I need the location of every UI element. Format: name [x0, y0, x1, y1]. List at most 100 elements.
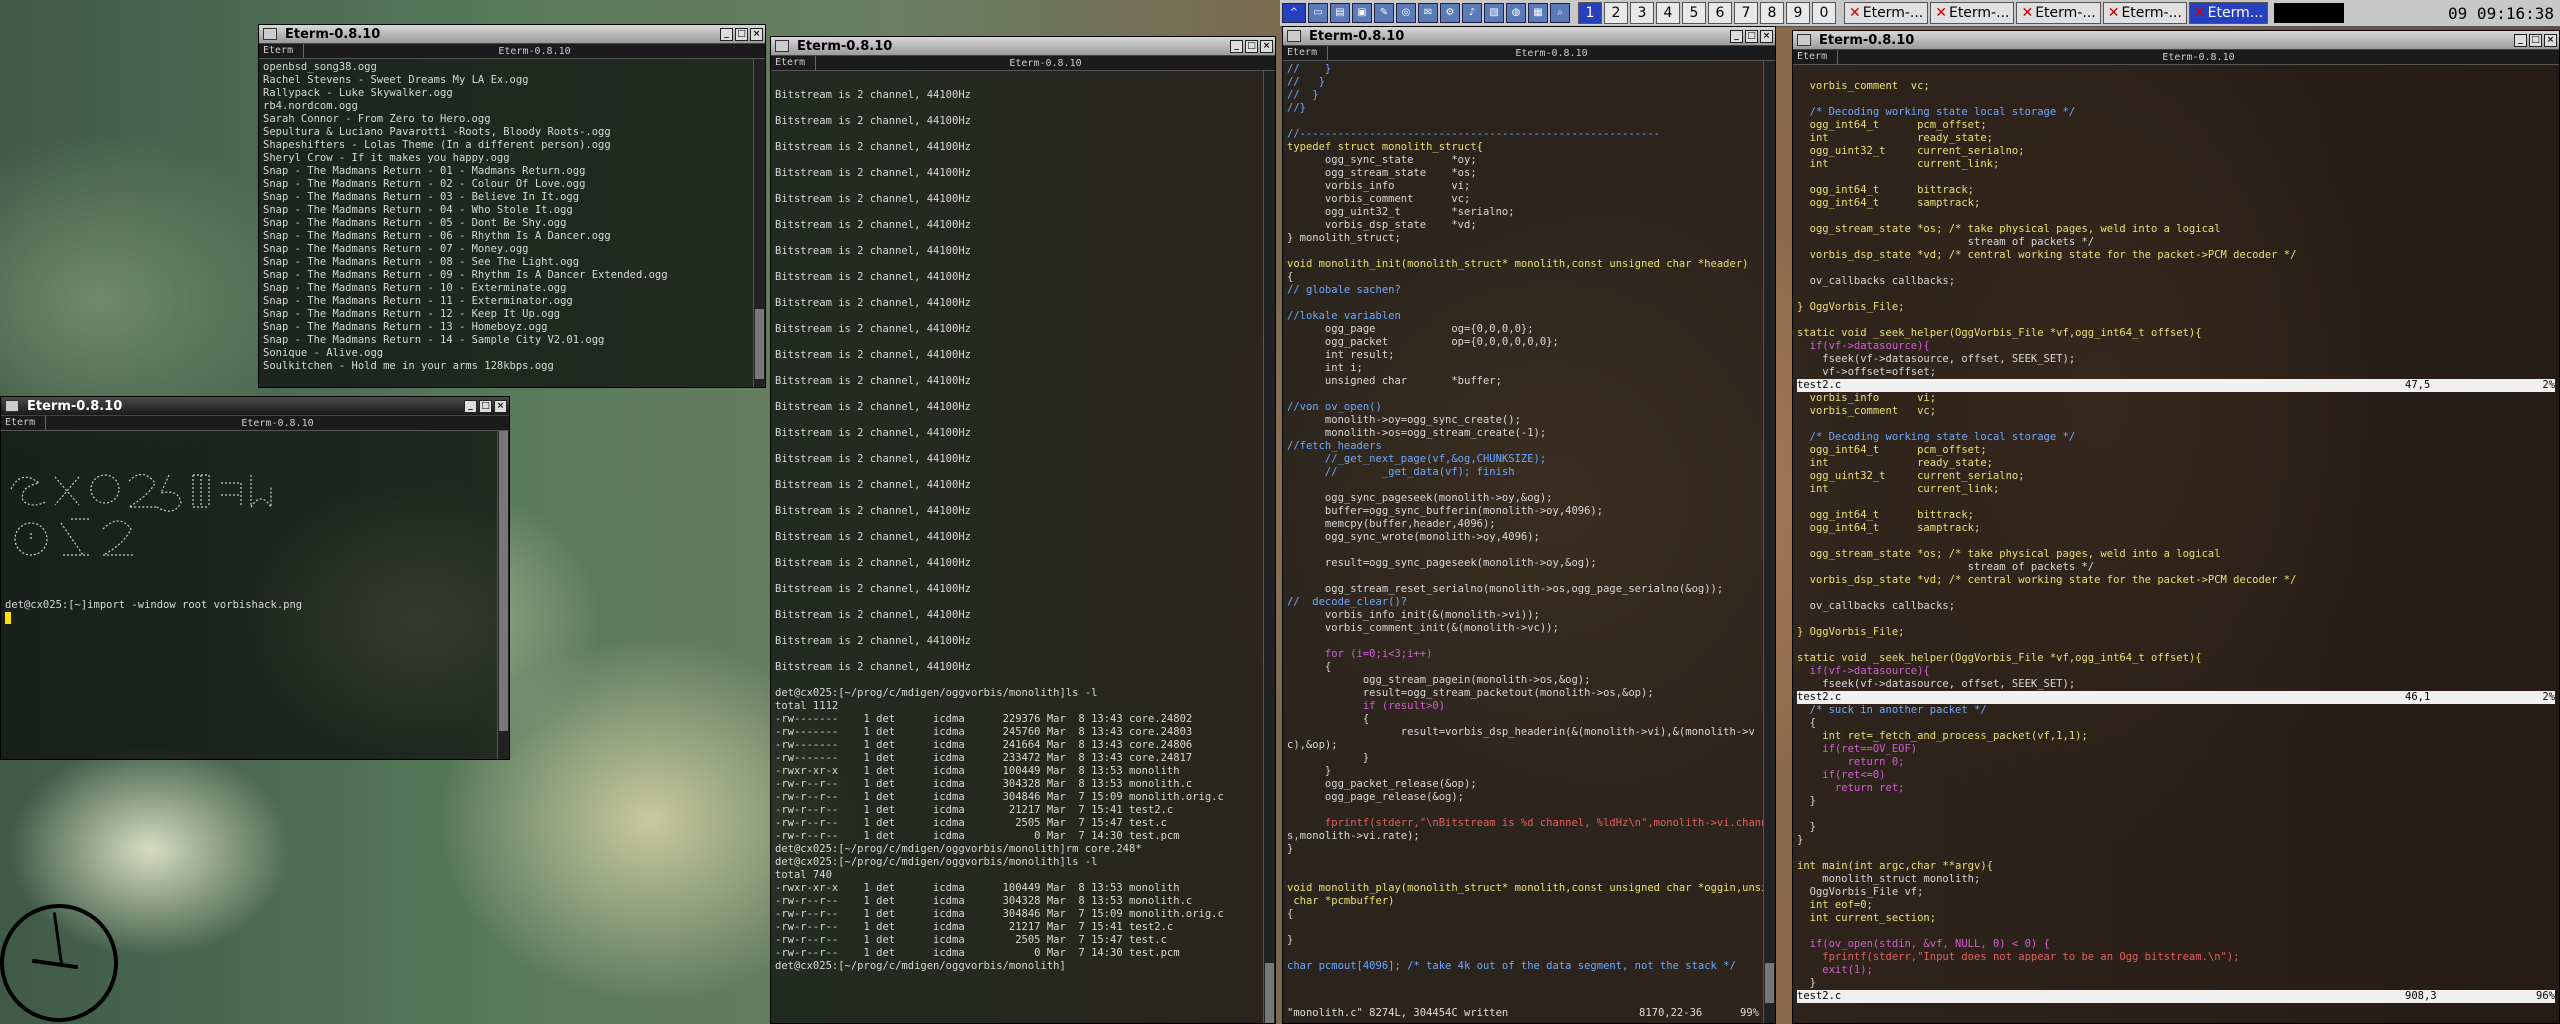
- split-editor[interactable]: vorbis_comment vc; /* Decoding working s…: [1793, 65, 2559, 1023]
- code-line: // _get_data(vf); finish: [1287, 466, 1515, 478]
- title-bar[interactable]: Eterm-0.8.10 _ □ ×: [259, 25, 765, 44]
- calc-icon[interactable]: ▦: [1528, 3, 1548, 23]
- vim-window-monolith[interactable]: Eterm-0.8.10 _ □ × Eterm Eterm-0.8.10 //…: [1282, 26, 1776, 1024]
- desktop-7[interactable]: 7: [1734, 2, 1758, 24]
- window-menu-icon[interactable]: [775, 40, 789, 52]
- minimize-icon[interactable]: _: [2514, 33, 2527, 47]
- text-line: ogg_uint32_t current_serialno;: [1797, 145, 2025, 157]
- desktop-1[interactable]: 1: [1578, 2, 1602, 24]
- title-bar[interactable]: Eterm-0.8.10 _ □ ×: [1283, 27, 1775, 46]
- scrollbar[interactable]: [1763, 61, 1775, 1023]
- desktop-3[interactable]: 3: [1630, 2, 1654, 24]
- maximize-icon[interactable]: □: [735, 27, 748, 41]
- desktop-2[interactable]: 2: [1604, 2, 1628, 24]
- eterm-menu[interactable]: Eterm: [1283, 46, 1328, 60]
- search-icon[interactable]: ⌕: [1550, 3, 1570, 23]
- terminal-output[interactable]: Bitstream is 2 channel, 44100Hz Bitstream…: [771, 71, 1263, 1023]
- maximize-icon[interactable]: □: [2529, 33, 2542, 47]
- title-bar[interactable]: Eterm-0.8.10 _ □ ×: [771, 37, 1275, 56]
- text-line: -rw-r--r-- 1 det icdma 21217 Mar 7 15:41…: [775, 804, 1174, 816]
- title-bar[interactable]: Eterm-0.8.10 _ □ ×: [1793, 31, 2559, 50]
- task-close-icon[interactable]: ✕: [2108, 5, 2120, 21]
- task-button[interactable]: ✕ Eterm-...: [1844, 2, 1929, 24]
- browser-icon[interactable]: ◎: [1396, 3, 1416, 23]
- task-button[interactable]: ✕ Eterm-...: [1930, 2, 2015, 24]
- desktop-0[interactable]: 0: [1812, 2, 1836, 24]
- eterm-menu[interactable]: Eterm: [1, 416, 46, 430]
- desktop-9[interactable]: 9: [1786, 2, 1810, 24]
- editor-pane-top[interactable]: vorbis_comment vc; /* Decoding working s…: [1797, 80, 2555, 379]
- code-line: ogg_page_release(&og);: [1287, 791, 1465, 803]
- text-line: fseek(vf->datasource, offset, SEEK_SET);: [1797, 678, 2076, 690]
- scrollbar[interactable]: [753, 59, 765, 387]
- window-menu-icon[interactable]: [1287, 30, 1301, 42]
- task-button[interactable]: ✕ Eterm-...: [2016, 2, 2101, 24]
- code-editor[interactable]: // }// }// }//} //----------------------…: [1283, 61, 1763, 1005]
- desktop-5[interactable]: 5: [1682, 2, 1706, 24]
- task-close-icon[interactable]: ✕: [2021, 5, 2033, 21]
- text-line: -rw-r--r-- 1 det icdma 304846 Mar 7 15:0…: [775, 791, 1224, 803]
- task-close-icon[interactable]: ✕: [2194, 5, 2206, 21]
- text-line: monolith_struct monolith;: [1797, 873, 1981, 885]
- task-button[interactable]: ✕ Eterm...: [2188, 2, 2269, 24]
- close-icon[interactable]: ×: [1260, 39, 1273, 53]
- title-bar[interactable]: Eterm-0.8.10 _ □ ×: [1, 397, 509, 416]
- text-line: Snap - The Madmans Return - 07 - Money.o…: [263, 243, 529, 255]
- vim-window-test2[interactable]: Eterm-0.8.10 _ □ × Eterm Eterm-0.8.10 vo…: [1792, 30, 2560, 1024]
- maximize-icon[interactable]: □: [1745, 29, 1758, 43]
- terminal-output[interactable]: det@cx025:[~]import -window root vorbish…: [1, 431, 497, 759]
- text-line: /* suck in another packet */: [1797, 704, 1987, 716]
- window-menu-icon[interactable]: [263, 28, 277, 40]
- settings-icon[interactable]: ⚙: [1440, 3, 1460, 23]
- close-icon[interactable]: ×: [494, 399, 507, 413]
- text-line: Snap - The Madmans Return - 14 - Sample …: [263, 334, 605, 346]
- music-icon[interactable]: ♪: [1462, 3, 1482, 23]
- text-line: -rw-r--r-- 1 det icdma 0 Mar 7 14:30 tes…: [775, 830, 1180, 842]
- menubar-title: Eterm-0.8.10: [1515, 47, 1588, 59]
- editor-pane-middle[interactable]: vorbis_info vi; vorbis_comment vc; /* De…: [1797, 392, 2555, 691]
- task-button[interactable]: ✕ Eterm-...: [2102, 2, 2187, 24]
- text-line: static void _seek_helper(OggVorbis_File …: [1797, 652, 2202, 664]
- minimize-icon[interactable]: _: [1730, 29, 1743, 43]
- minimize-icon[interactable]: _: [1230, 39, 1243, 53]
- close-icon[interactable]: ×: [1760, 29, 1773, 43]
- mail-icon[interactable]: ✉: [1418, 3, 1438, 23]
- eterm-menu[interactable]: Eterm: [259, 44, 304, 58]
- editor-pane-bottom[interactable]: /* suck in another packet */ { int ret=_…: [1797, 704, 2555, 990]
- maximize-icon[interactable]: □: [1245, 39, 1258, 53]
- terminal-icon[interactable]: ▤: [1330, 3, 1350, 23]
- terminal-window-playlist[interactable]: Eterm-0.8.10 _ □ × Eterm Eterm-0.8.10 op…: [258, 24, 766, 388]
- terminal-window-small[interactable]: Eterm-0.8.10 _ □ × Eterm Eterm-0.8.10 de…: [0, 396, 510, 760]
- window-list-icon[interactable]: ▭: [1308, 3, 1328, 23]
- scrollbar[interactable]: [1263, 71, 1275, 1023]
- start-button[interactable]: ^: [1282, 3, 1306, 23]
- eterm-menu[interactable]: Eterm: [1793, 50, 1838, 64]
- desktop-6[interactable]: 6: [1708, 2, 1732, 24]
- window-menu-icon[interactable]: [5, 400, 19, 412]
- minimize-icon[interactable]: _: [720, 27, 733, 41]
- text-line: -rw------- 1 det icdma 241664 Mar 8 13:4…: [775, 739, 1193, 751]
- scrollbar[interactable]: [497, 431, 509, 759]
- code-line: ogg_page og={0,0,0,0};: [1287, 323, 1534, 335]
- terminal-window-bitstream[interactable]: Eterm-0.8.10 _ □ × Eterm Eterm-0.8.10 Bi…: [770, 36, 1276, 1024]
- task-close-icon[interactable]: ✕: [1849, 5, 1861, 21]
- folder-icon[interactable]: ▣: [1352, 3, 1372, 23]
- text-line: Bitstream is 2 channel, 44100Hz: [775, 193, 971, 205]
- clock-hand: [52, 912, 63, 965]
- window-menu-icon[interactable]: [1797, 34, 1811, 46]
- text-line: vorbis_dsp_state *vd; /* central working…: [1797, 574, 2297, 586]
- pane-position: 908,3: [2405, 990, 2437, 1002]
- eterm-menu[interactable]: Eterm: [771, 56, 816, 70]
- network-icon[interactable]: ◍: [1506, 3, 1526, 23]
- desktop-4[interactable]: 4: [1656, 2, 1680, 24]
- minimize-icon[interactable]: _: [464, 399, 477, 413]
- image-icon[interactable]: ▧: [1484, 3, 1504, 23]
- task-close-icon[interactable]: ✕: [1935, 5, 1947, 21]
- desktop-8[interactable]: 8: [1760, 2, 1784, 24]
- close-icon[interactable]: ×: [750, 27, 763, 41]
- terminal-output[interactable]: openbsd_song38.ogg Rachel Stevens - Sweet…: [259, 59, 753, 387]
- editor-icon[interactable]: ✎: [1374, 3, 1394, 23]
- close-icon[interactable]: ×: [2544, 33, 2557, 47]
- code-line: }: [1287, 843, 1294, 855]
- maximize-icon[interactable]: □: [479, 399, 492, 413]
